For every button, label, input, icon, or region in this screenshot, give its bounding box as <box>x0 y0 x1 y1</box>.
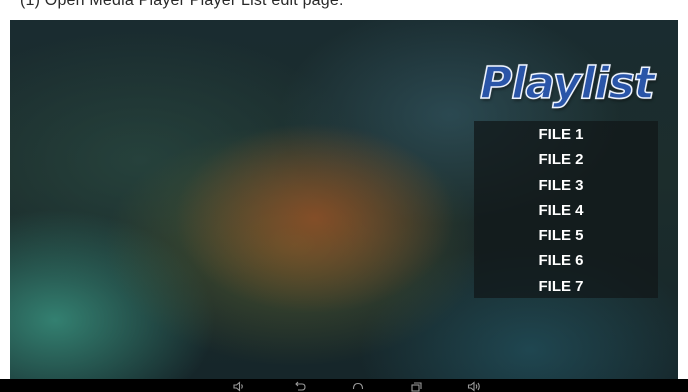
playlist-item-file-5[interactable]: FILE 5 <box>474 223 658 248</box>
playlist-item-file-6[interactable]: FILE 6 <box>474 248 658 273</box>
recent-apps-icon[interactable] <box>409 381 423 392</box>
playlist-file-list: FILE 1 FILE 2 FILE 3 FILE 4 FILE 5 FILE … <box>474 121 658 298</box>
media-player-screen: Playlist FILE 1 FILE 2 FILE 3 FILE 4 FIL… <box>10 20 678 379</box>
playlist-item-file-3[interactable]: FILE 3 <box>474 173 658 198</box>
playlist-title: Playlist <box>479 57 655 110</box>
volume-up-icon[interactable] <box>467 381 481 392</box>
instruction-caption: (1) Open Media Player Player List edit p… <box>0 0 688 20</box>
back-icon[interactable] <box>293 381 307 392</box>
playlist-item-file-2[interactable]: FILE 2 <box>474 147 658 172</box>
android-navigation-bar <box>0 379 688 392</box>
playlist-item-file-1[interactable]: FILE 1 <box>474 122 658 147</box>
playlist-item-file-4[interactable]: FILE 4 <box>474 198 658 223</box>
playlist-item-file-7[interactable]: FILE 7 <box>474 274 658 299</box>
home-icon[interactable] <box>351 381 365 392</box>
volume-down-icon[interactable] <box>232 381 246 392</box>
caption-text: (1) Open Media Player Player List edit p… <box>20 0 344 9</box>
